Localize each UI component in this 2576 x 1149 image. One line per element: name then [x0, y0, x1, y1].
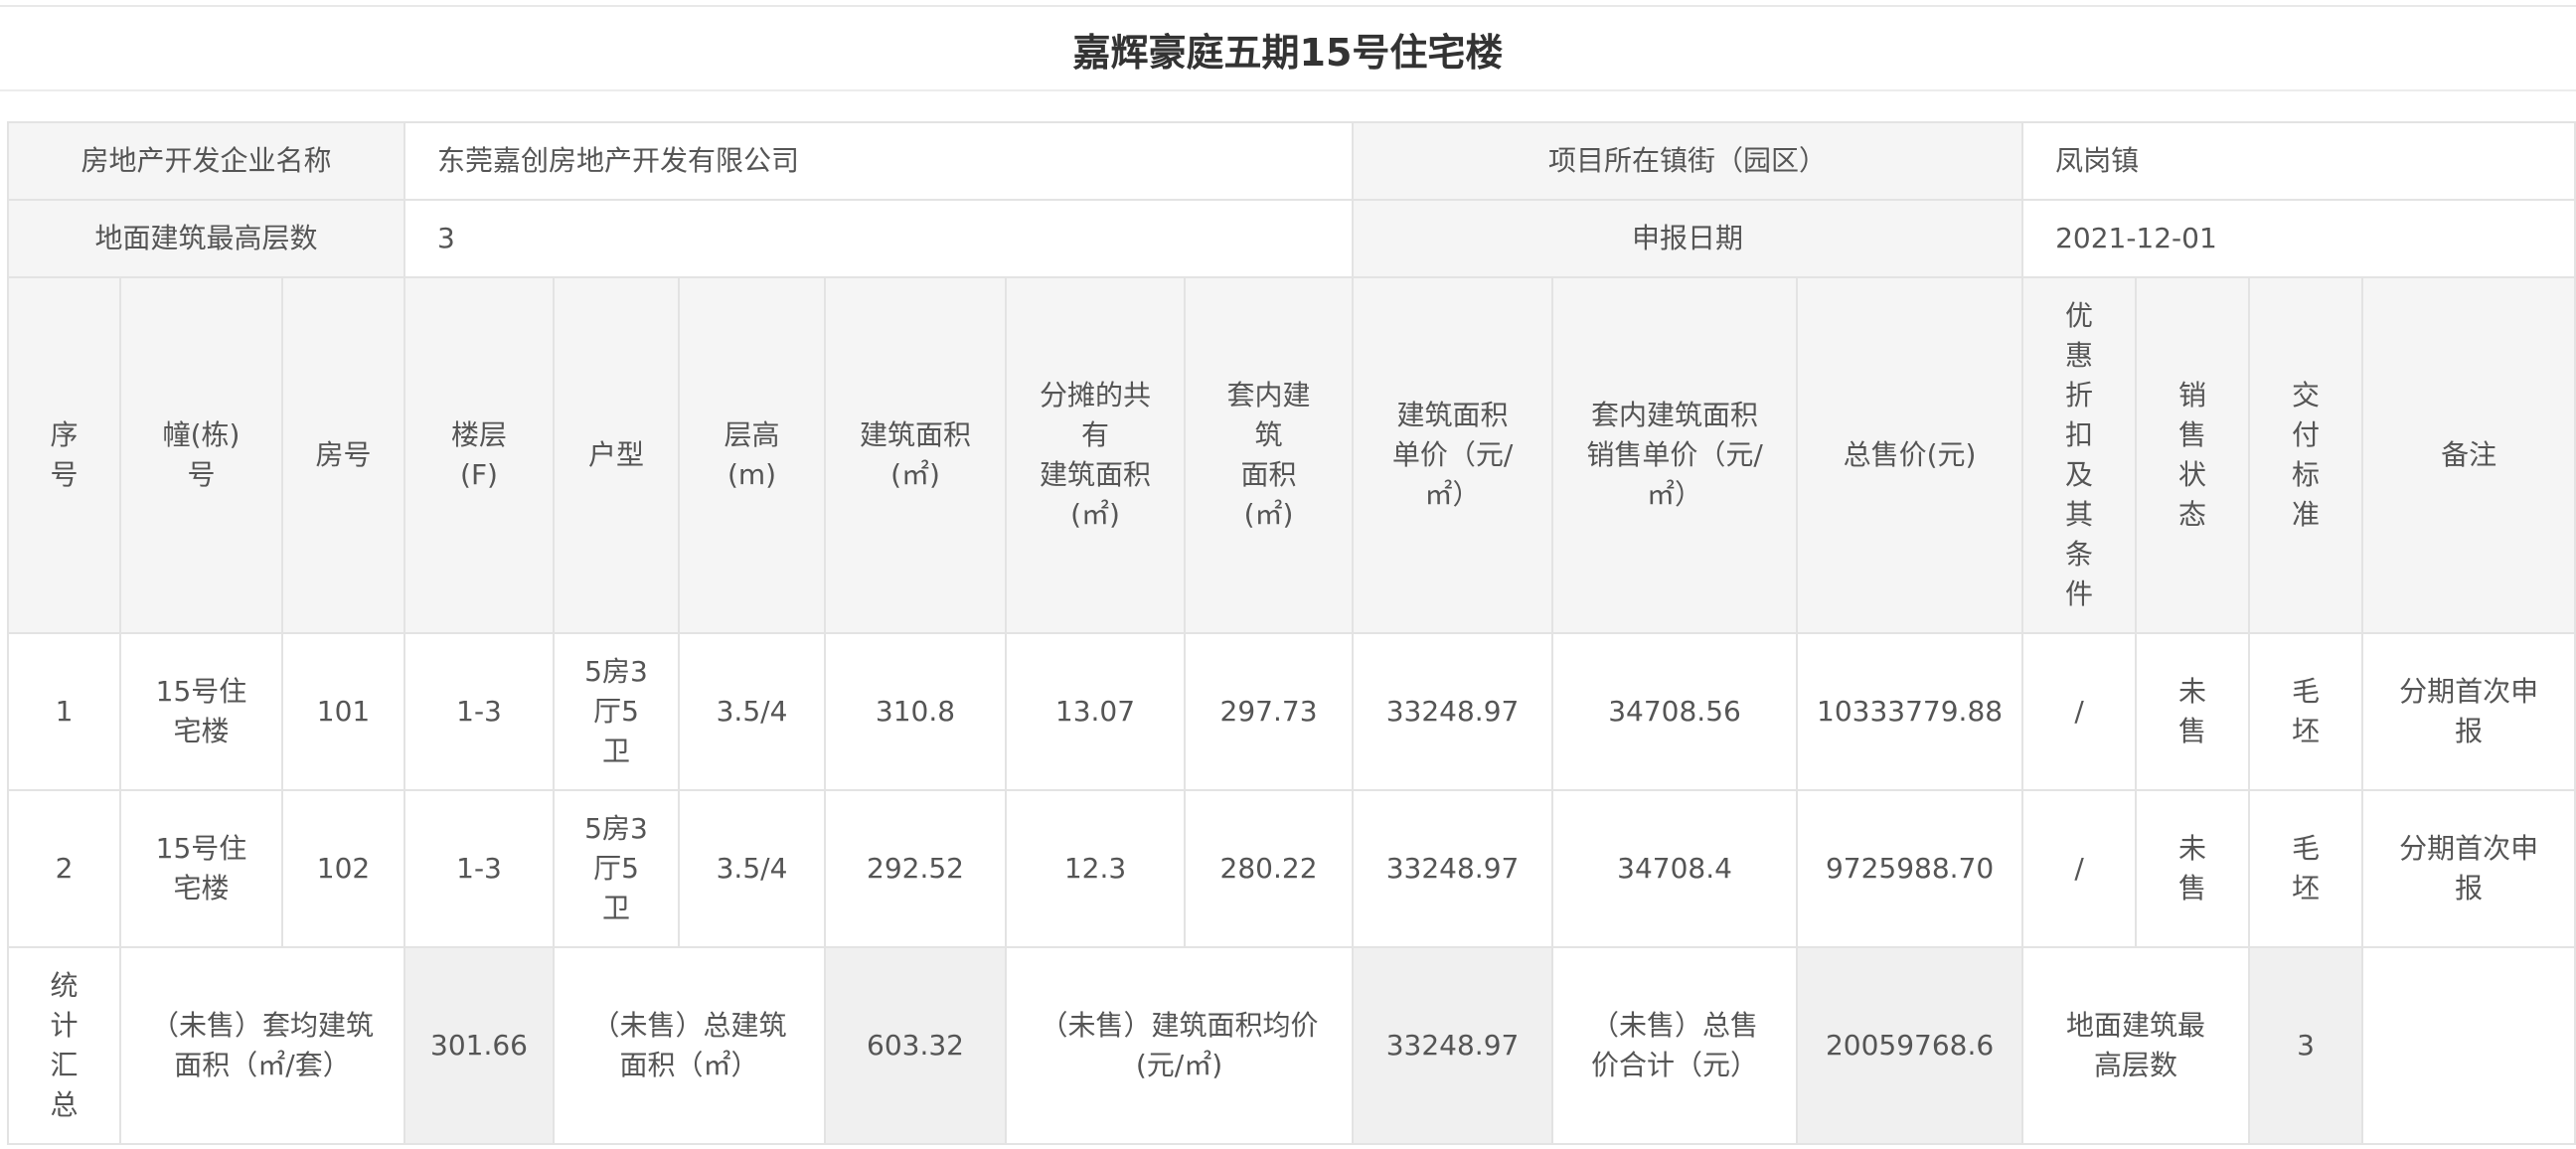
housing-price-table: 房地产开发企业名称 东莞嘉创房地产开发有限公司 项目所在镇街（园区） 凤岗镇 地…	[7, 121, 2576, 1145]
top-border-line	[0, 5, 2576, 7]
cell-seq: 1	[7, 632, 121, 791]
cell-inner-area: 280.22	[1183, 789, 1355, 948]
cell-shared-area: 12.3	[1005, 789, 1186, 948]
cell-room-no: 101	[281, 632, 405, 791]
col-header-room-no: 房号	[281, 276, 405, 634]
report-date-label: 申报日期	[1352, 199, 2024, 278]
avg-price-label: （未售）建筑面积均价 (元/㎡)	[1004, 946, 1355, 1145]
cell-delivery-standard: 毛 坯	[2248, 789, 2364, 948]
table-row: 2 15号住 宅楼 102 1-3 5房3 厅5 卫 3.5/4 292.52 12.3 280…	[7, 789, 2576, 948]
col-header-delivery-standard: 交 付 标 准	[2248, 276, 2364, 634]
summary-max-floors-label: 地面建筑最 高层数	[2021, 946, 2251, 1145]
cell-gross-area: 310.8	[824, 632, 1007, 791]
cell-discount: /	[2021, 632, 2138, 791]
cell-floor: 1-3	[403, 632, 555, 791]
cell-room-no: 102	[281, 789, 405, 948]
avg-price-value: 33248.97	[1352, 946, 1554, 1145]
cell-storey-height: 3.5/4	[678, 632, 826, 791]
cell-inner-area: 297.73	[1183, 632, 1355, 791]
total-price-value: 20059768.6	[1796, 946, 2024, 1145]
summary-max-floors-value: 3	[2248, 946, 2364, 1145]
col-header-sale-status: 销 售 状 态	[2135, 276, 2251, 634]
total-area-label: （未售）总建筑 面积（㎡）	[553, 946, 826, 1145]
summary-remark	[2361, 946, 2576, 1145]
town-label: 项目所在镇街（园区）	[1352, 121, 2024, 201]
cell-gross-area: 292.52	[824, 789, 1007, 948]
table-row: 1 15号住 宅楼 101 1-3 5房3 厅5 卫 3.5/4 310.8 13.07 297…	[7, 632, 2576, 791]
report-date-value: 2021-12-01	[2021, 199, 2576, 278]
town-value: 凤岗镇	[2021, 121, 2576, 201]
cell-storey-height: 3.5/4	[678, 789, 826, 948]
cell-floor: 1-3	[403, 789, 555, 948]
col-header-building: 幢(栋) 号	[119, 276, 283, 634]
max-floors-label: 地面建筑最高层数	[7, 199, 405, 278]
cell-sale-status: 未 售	[2135, 632, 2251, 791]
cell-remark: 分期首次申 报	[2361, 632, 2576, 791]
avg-area-label: （未售）套均建筑 面积（㎡/套）	[119, 946, 405, 1145]
cell-total-price: 9725988.70	[1796, 789, 2024, 948]
cell-discount: /	[2021, 789, 2138, 948]
total-price-label: （未售）总售 价合计（元）	[1551, 946, 1799, 1145]
cell-shared-area: 13.07	[1005, 632, 1186, 791]
col-header-storey-height: 层高 (m)	[678, 276, 826, 634]
cell-remark: 分期首次申 报	[2361, 789, 2576, 948]
col-header-inner-area: 套内建 筑 面积 (㎡)	[1183, 276, 1355, 634]
cell-inner-unit-price: 34708.56	[1551, 632, 1799, 791]
cell-gross-unit-price: 33248.97	[1352, 632, 1554, 791]
cell-delivery-standard: 毛 坯	[2248, 632, 2364, 791]
cell-sale-status: 未 售	[2135, 789, 2251, 948]
max-floors-value: 3	[402, 199, 1355, 278]
column-header-row: 序 号幢(栋) 号房号 楼层 (F) 户型 层高 (m) 建筑面积 (㎡) 分摊的共 有 …	[7, 276, 2576, 634]
total-area-value: 603.32	[824, 946, 1007, 1145]
cell-total-price: 10333779.88	[1796, 632, 2024, 791]
cell-layout: 5房3 厅5 卫	[553, 789, 680, 948]
info-row-2: 地面建筑最高层数 3 申报日期 2021-12-01	[7, 199, 2576, 278]
summary-row: 统 计 汇 总 （未售）套均建筑 面积（㎡/套） 301.66 （未售）总建筑 …	[7, 946, 2576, 1145]
cell-seq: 2	[7, 789, 121, 948]
col-header-discount: 优 惠 折 扣 及 其 条 件	[2021, 276, 2138, 634]
cell-gross-unit-price: 33248.97	[1352, 789, 1554, 948]
col-header-seq: 序 号	[7, 276, 121, 634]
cell-building: 15号住 宅楼	[119, 789, 283, 948]
developer-label: 房地产开发企业名称	[7, 121, 405, 201]
avg-area-value: 301.66	[403, 946, 555, 1145]
col-header-total-price: 总售价(元)	[1796, 276, 2024, 634]
info-row-1: 房地产开发企业名称 东莞嘉创房地产开发有限公司 项目所在镇街（园区） 凤岗镇	[7, 121, 2576, 201]
cell-inner-unit-price: 34708.4	[1551, 789, 1799, 948]
col-header-gross-unit-price: 建筑面积 单价（元/ ㎡）	[1352, 276, 1554, 634]
page-title: 嘉辉豪庭五期15号住宅楼	[0, 8, 2576, 91]
col-header-inner-unit-price: 套内建筑面积 销售单价（元/ ㎡）	[1551, 276, 1799, 634]
col-header-remark: 备注	[2361, 276, 2576, 634]
col-header-floor: 楼层 (F)	[403, 276, 555, 634]
cell-building: 15号住 宅楼	[119, 632, 283, 791]
col-header-layout: 户型	[553, 276, 680, 634]
col-header-gross-area: 建筑面积 (㎡)	[824, 276, 1007, 634]
col-header-shared-area: 分摊的共 有 建筑面积 (㎡)	[1005, 276, 1186, 634]
cell-layout: 5房3 厅5 卫	[553, 632, 680, 791]
summary-label: 统 计 汇 总	[7, 946, 121, 1145]
developer-value: 东莞嘉创房地产开发有限公司	[402, 121, 1355, 201]
